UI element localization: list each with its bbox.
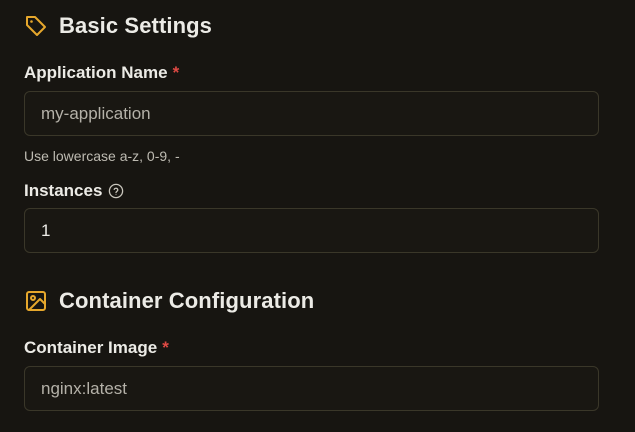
container-config-title: Container Configuration xyxy=(59,288,315,313)
tag-icon xyxy=(24,14,48,38)
instances-value: 1 xyxy=(41,220,51,240)
container-image-label: Container Image * xyxy=(24,337,169,359)
application-name-input[interactable]: my-application xyxy=(24,91,599,136)
container-config-header: Container Configuration xyxy=(24,285,314,317)
application-name-hint: Use lowercase a-z, 0-9, - xyxy=(24,148,180,164)
application-name-label-text: Application Name xyxy=(24,63,168,82)
basic-settings-header: Basic Settings xyxy=(24,10,212,42)
instances-label: Instances xyxy=(24,180,124,202)
instances-input[interactable]: 1 xyxy=(24,208,599,253)
image-icon xyxy=(24,289,48,313)
help-circle-icon[interactable] xyxy=(108,183,124,199)
settings-form: Basic Settings Application Name * my-app… xyxy=(0,0,635,432)
container-image-input[interactable]: nginx:latest xyxy=(24,366,599,411)
required-marker: * xyxy=(162,338,169,357)
required-marker: * xyxy=(172,63,180,82)
container-image-label-text: Container Image xyxy=(24,338,158,357)
application-name-value: my-application xyxy=(41,103,151,123)
basic-settings-title: Basic Settings xyxy=(59,13,213,38)
application-name-label: Application Name * xyxy=(24,62,179,84)
container-image-value: nginx:latest xyxy=(41,378,127,398)
instances-label-text: Instances xyxy=(24,181,103,200)
